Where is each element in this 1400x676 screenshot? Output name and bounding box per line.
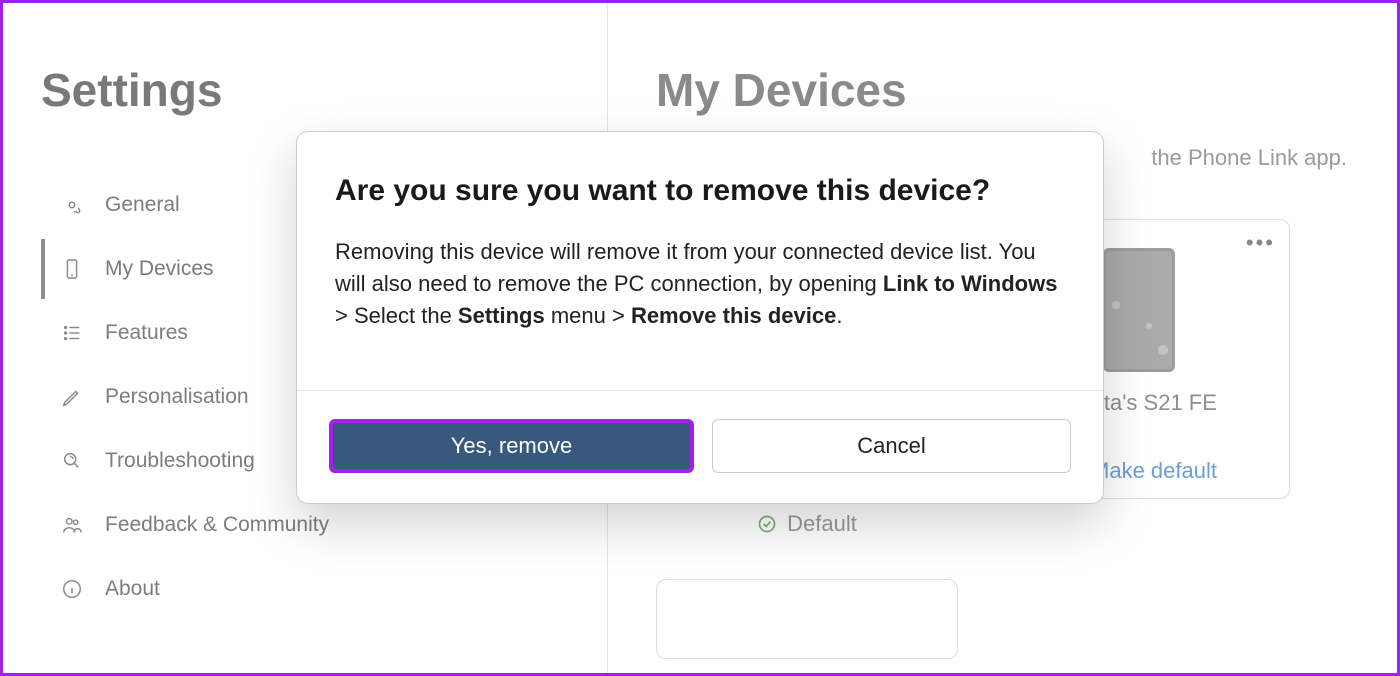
dialog-body-text: Removing this device will remove it from… <box>335 236 1065 332</box>
sidebar-item-label: About <box>105 577 160 601</box>
main-title: My Devices <box>656 63 1357 117</box>
remove-device-dialog: Are you sure you want to remove this dev… <box>296 131 1104 504</box>
sidebar-item-label: Troubleshooting <box>105 449 255 473</box>
page-title: Settings <box>41 63 607 117</box>
gear-icon <box>61 194 83 216</box>
sidebar-item-feedback[interactable]: Feedback & Community <box>41 495 607 555</box>
list-icon <box>61 322 83 344</box>
dialog-footer: Yes, remove Cancel <box>297 390 1103 503</box>
empty-card[interactable] <box>656 579 958 659</box>
cancel-button[interactable]: Cancel <box>712 419 1071 473</box>
sidebar-item-label: My Devices <box>105 257 214 281</box>
pencil-icon <box>61 386 83 408</box>
troubleshoot-icon <box>61 450 83 472</box>
phone-thumbnail <box>1103 248 1175 372</box>
yes-remove-button[interactable]: Yes, remove <box>329 419 694 473</box>
make-default-link[interactable]: Make default <box>1091 458 1217 484</box>
default-badge: Default <box>787 511 857 537</box>
people-icon <box>61 514 83 536</box>
check-icon <box>757 514 777 534</box>
sidebar-item-label: Feedback & Community <box>105 513 329 537</box>
more-icon[interactable]: ••• <box>1246 230 1275 256</box>
sidebar-item-about[interactable]: About <box>41 559 607 619</box>
sidebar-item-label: Features <box>105 321 188 345</box>
sidebar-item-label: General <box>105 193 180 217</box>
info-icon <box>61 578 83 600</box>
dialog-title: Are you sure you want to remove this dev… <box>335 174 1065 208</box>
sidebar-item-label: Personalisation <box>105 385 249 409</box>
phone-icon <box>61 258 83 280</box>
